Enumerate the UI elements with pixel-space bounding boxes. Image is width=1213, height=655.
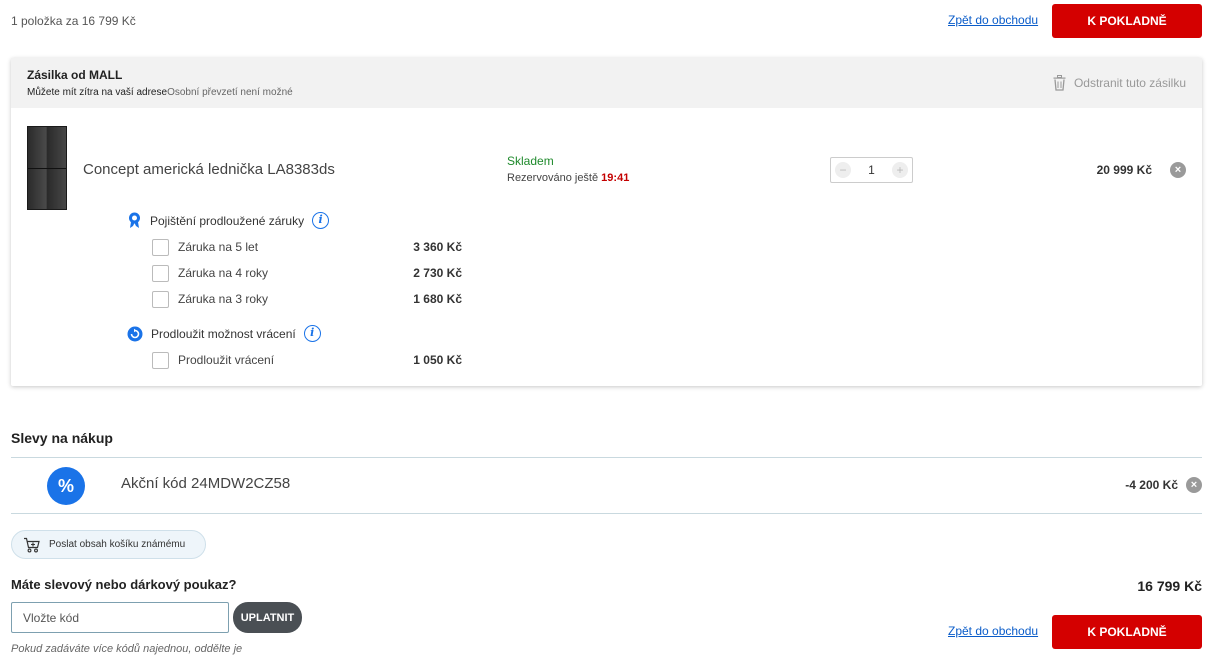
cart-top-bar: 1 položka za 16 799 Kč Zpět do obchodu K…	[0, 0, 1213, 42]
warranty-option-label: Záruka na 4 roky	[178, 266, 269, 280]
delivery-note: Můžete mít zítra na vaší adrese	[27, 87, 168, 98]
warranty-checkbox[interactable]	[152, 290, 169, 308]
qty-increase-button[interactable]: +	[892, 162, 908, 178]
warranty-checkbox[interactable]	[152, 238, 169, 256]
shipment-title: Zásilka od MALL	[27, 68, 123, 82]
warranty-option[interactable]: Záruka na 4 roky 2 730 Kč	[152, 263, 462, 283]
warranty-title: Pojištění prodloužené záruky	[150, 213, 305, 228]
apply-voucher-button[interactable]: UPLATNIT	[233, 602, 302, 633]
reservation-label: Rezervováno ještě	[507, 172, 599, 184]
product-name[interactable]: Concept americká lednička LA8383ds	[83, 161, 335, 178]
warranty-option-price: 1 680 Kč	[413, 292, 462, 306]
warranty-option-price: 2 730 Kč	[413, 266, 462, 280]
remove-shipment-button[interactable]: Odstranit tuto zásilku	[1053, 75, 1186, 91]
remove-item-button[interactable]: ×	[1170, 162, 1186, 178]
stock-status: Skladem	[507, 154, 554, 168]
warranty-info-icon[interactable]: i	[312, 212, 330, 229]
reservation-time: 19:41	[601, 172, 630, 184]
returns-info-icon[interactable]: i	[303, 325, 321, 342]
share-cart-label: Poslat obsah košíku známému	[49, 539, 186, 550]
warranty-option-price: 3 360 Kč	[413, 240, 462, 254]
cart-icon	[24, 537, 40, 552]
discounts-title: Slevy na nákup	[11, 430, 113, 446]
voucher-hint: Pokud zadáváte více kódů najednou, odděl…	[11, 643, 243, 655]
share-cart-button[interactable]: Poslat obsah košíku známému	[11, 530, 206, 559]
discount-code-label: Akční kód 24MDW2CZ58	[121, 475, 291, 492]
returns-option[interactable]: Prodloužit vrácení 1 050 Kč	[152, 350, 462, 370]
shipment-card: Zásilka od MALL Můžete mít zítra na vaší…	[11, 58, 1202, 386]
returns-checkbox[interactable]	[152, 351, 169, 369]
returns-option-label: Prodloužit vrácení	[178, 353, 275, 367]
warranty-option-label: Záruka na 3 roky	[178, 292, 269, 306]
product-image[interactable]	[27, 126, 67, 210]
checkout-button-bottom[interactable]: K POKLADNĚ	[1052, 615, 1202, 649]
remove-shipment-label: Odstranit tuto zásilku	[1073, 76, 1186, 90]
quantity-value[interactable]: 1	[868, 163, 875, 177]
pickup-note: Osobní převzetí není možné	[167, 87, 293, 98]
remove-discount-button[interactable]: ×	[1186, 477, 1202, 493]
back-to-shop-link[interactable]: Zpět do obchodu	[948, 13, 1038, 27]
return-arrow-icon	[127, 326, 143, 341]
warranty-option[interactable]: Záruka na 5 let 3 360 Kč	[152, 237, 462, 257]
discount-row: % Akční kód 24MDW2CZ58 -4 200 Kč ×	[11, 457, 1202, 514]
quantity-stepper: − 1 +	[830, 157, 913, 183]
returns-title: Prodloužit možnost vrácení	[151, 326, 296, 341]
item-price: 20 999 Kč	[1096, 163, 1152, 177]
checkout-button[interactable]: K POKLADNĚ	[1052, 4, 1202, 38]
warranty-option-label: Záruka na 5 let	[178, 240, 259, 254]
returns-header: Prodloužit možnost vrácení i	[127, 325, 321, 342]
ribbon-badge-icon	[129, 212, 140, 228]
shipment-header: Zásilka od MALL Můžete mít zítra na vaší…	[11, 58, 1202, 108]
voucher-title: Máte slevový nebo dárkový poukaz?	[11, 577, 237, 592]
trash-icon	[1053, 75, 1066, 91]
qty-decrease-button[interactable]: −	[835, 162, 851, 178]
warranty-option[interactable]: Záruka na 3 roky 1 680 Kč	[152, 289, 462, 309]
voucher-code-input[interactable]	[11, 602, 229, 633]
cart-total: 16 799 Kč	[1137, 578, 1202, 594]
discount-value: -4 200 Kč	[1125, 478, 1178, 492]
reservation-info: Rezervováno ještě 19:41	[507, 172, 629, 184]
shipment-delivery-info: Můžete mít zítra na vaší adreseOsobní př…	[27, 87, 293, 98]
warranty-header: Pojištění prodloužené záruky i	[127, 212, 330, 229]
warranty-checkbox[interactable]	[152, 264, 169, 282]
percent-icon: %	[47, 467, 85, 505]
back-to-shop-link-bottom[interactable]: Zpět do obchodu	[948, 624, 1038, 638]
returns-option-price: 1 050 Kč	[413, 353, 462, 367]
cart-summary: 1 položka za 16 799 Kč	[11, 14, 136, 28]
